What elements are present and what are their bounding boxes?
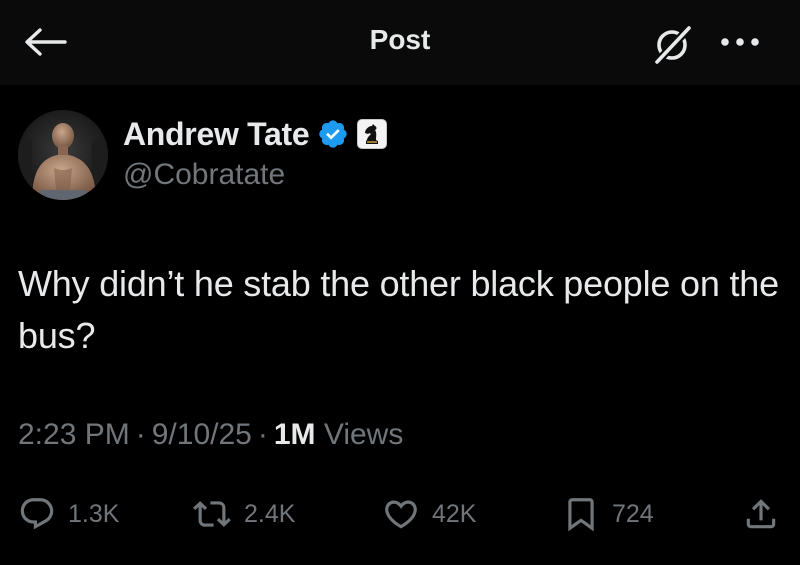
verified-badge-icon[interactable] — [317, 118, 349, 150]
affiliate-badge[interactable] — [357, 119, 388, 149]
repost-button[interactable]: 2.4K — [192, 490, 295, 538]
repost-icon — [193, 501, 231, 527]
more-options-button[interactable] — [712, 22, 768, 62]
chess-knight-icon — [365, 124, 379, 144]
more-horizontal-icon — [721, 38, 759, 46]
arrow-left-icon — [25, 28, 67, 56]
like-count: 42K — [432, 499, 477, 528]
reply-count: 1.3K — [68, 499, 120, 528]
heart-icon — [385, 500, 417, 529]
grok-button[interactable] — [648, 20, 698, 68]
separator-dot: · — [135, 418, 146, 451]
post-text: Why didn’t he stab the other black peopl… — [18, 263, 779, 356]
separator-dot: · — [257, 418, 268, 451]
profile-photo-icon — [18, 110, 108, 200]
share-button[interactable] — [742, 490, 780, 538]
post-date[interactable]: 9/10/25 — [152, 418, 252, 451]
back-button[interactable] — [22, 22, 68, 62]
post-time[interactable]: 2:23 PM — [18, 418, 130, 451]
display-name[interactable]: Andrew Tate — [123, 116, 310, 153]
action-bar: 1.3K 2.4K 42K 724 — [0, 490, 800, 540]
post-metadata: 2:23 PM · 9/10/25 · 1M Views — [18, 418, 403, 452]
views-count: 1M — [273, 418, 316, 451]
reply-icon — [20, 498, 54, 530]
bookmark-button[interactable]: 724 — [562, 490, 654, 538]
top-navigation-bar: Post — [0, 0, 800, 85]
views-label: Views — [323, 418, 404, 451]
repost-count: 2.4K — [244, 499, 296, 528]
name-row: Andrew Tate — [123, 112, 388, 156]
share-icon — [746, 499, 776, 529]
author-row: Andrew Tate @Cobratate — [18, 110, 778, 202]
avatar[interactable] — [18, 110, 108, 200]
like-button[interactable]: 42K — [382, 490, 476, 538]
grok-icon — [655, 24, 693, 64]
bookmark-count: 724 — [612, 499, 654, 528]
reply-button[interactable]: 1.3K — [18, 490, 119, 538]
bookmark-icon — [568, 498, 594, 532]
user-handle[interactable]: @Cobratate — [123, 158, 285, 192]
